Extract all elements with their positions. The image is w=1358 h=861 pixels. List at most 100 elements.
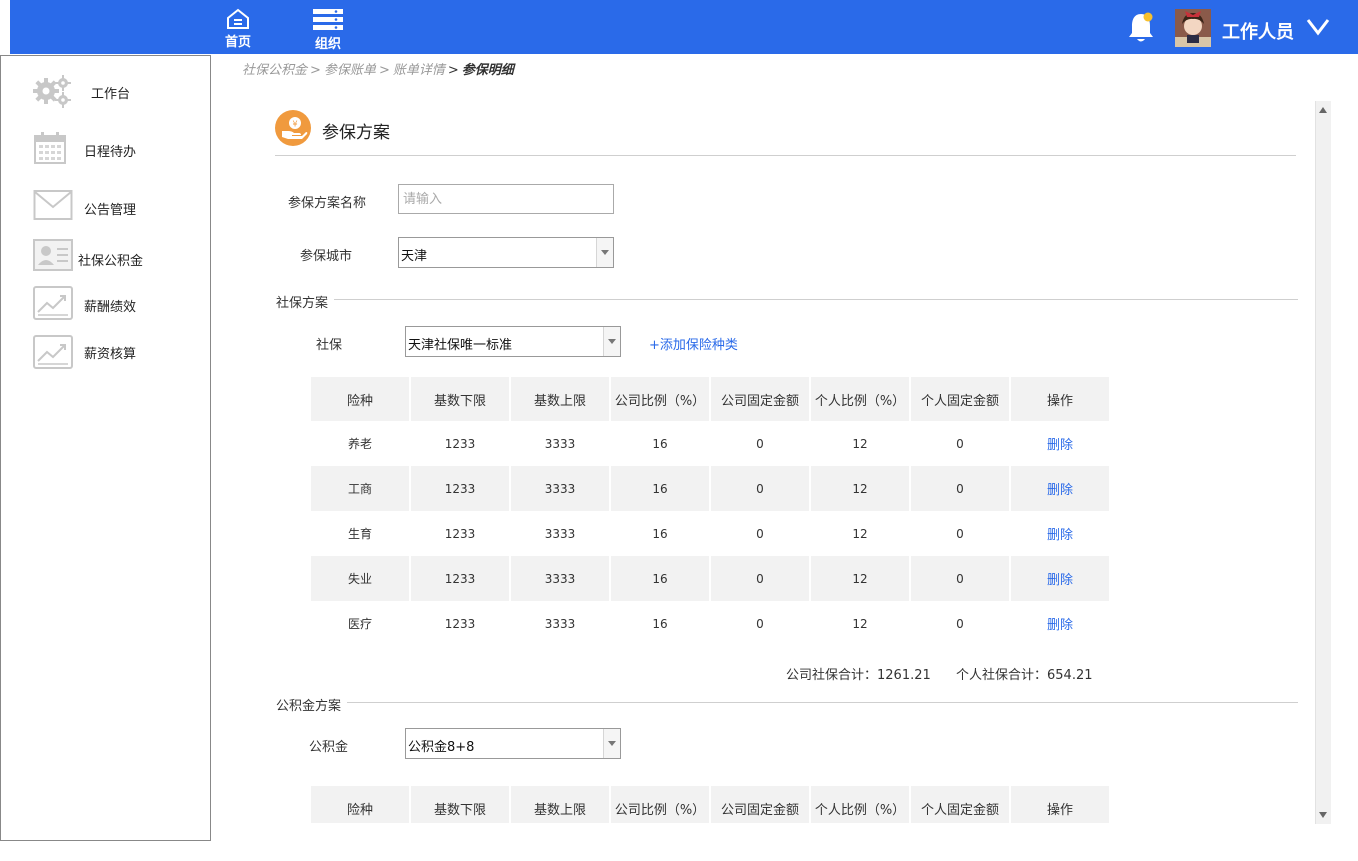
scroll-up-icon[interactable] — [1319, 107, 1327, 113]
city-select[interactable]: 天津 — [398, 237, 614, 268]
table-cell: 1233 — [411, 556, 511, 601]
table-header-row: 险种 基数下限 基数上限 公司比例（%） 公司固定金额 个人比例（%） 个人固定… — [311, 377, 1111, 421]
column-header: 个人固定金额 — [911, 377, 1011, 421]
table-cell: 12 — [811, 466, 911, 511]
table-cell: 医疗 — [311, 601, 411, 646]
table-cell: 16 — [611, 511, 711, 556]
fund-table: 险种 基数下限 基数上限 公司比例（%） 公司固定金额 个人比例（%） 个人固定… — [311, 786, 1111, 823]
table-cell: 工商 — [311, 466, 411, 511]
fund-plan-select-value: 公积金8+8 — [408, 740, 475, 755]
column-header: 基数上限 — [511, 377, 611, 421]
company-total-label: 公司社保合计： — [786, 668, 878, 683]
chart-icon — [33, 286, 73, 320]
breadcrumb-item[interactable]: 账单详情 — [393, 63, 445, 78]
chevron-down-icon[interactable] — [1306, 18, 1330, 36]
calendar-icon — [34, 132, 66, 164]
breadcrumb-current: 参保明细 — [461, 63, 514, 78]
main-content: ¥ 参保方案 参保方案名称 参保城市 天津 社保方案 社保 天津社保唯一标准 +… — [240, 98, 1332, 823]
social-table: 险种 基数下限 基数上限 公司比例（%） 公司固定金额 个人比例（%） 个人固定… — [311, 377, 1111, 646]
table-cell: 0 — [911, 556, 1011, 601]
hand-coin-icon: ¥ — [275, 110, 311, 146]
breadcrumb-separator: > — [447, 63, 459, 78]
table-row: 生育 1233 3333 16 0 12 0 删除 — [311, 511, 1111, 556]
chevron-down-icon[interactable] — [596, 238, 613, 267]
fund-select-label: 公积金 — [309, 740, 349, 755]
column-header: 个人比例（%） — [811, 786, 911, 823]
delete-link[interactable]: 删除 — [1011, 421, 1111, 466]
table-cell: 12 — [811, 556, 911, 601]
nav-org-button[interactable]: 组织 — [308, 8, 348, 52]
table-cell: 生育 — [311, 511, 411, 556]
column-header: 公司比例（%） — [611, 377, 711, 421]
column-header: 操作 — [1011, 377, 1111, 421]
table-cell: 1233 — [411, 601, 511, 646]
city-label: 参保城市 — [299, 249, 352, 264]
home-icon — [227, 8, 249, 29]
vertical-scrollbar[interactable] — [1315, 101, 1331, 824]
breadcrumb-item[interactable]: 社保公积金 — [242, 63, 307, 78]
nav-home-button[interactable]: 首页 — [218, 8, 258, 50]
social-select-label: 社保 — [316, 338, 343, 353]
table-cell: 0 — [711, 601, 811, 646]
table-row: 医疗 1233 3333 16 0 12 0 删除 — [311, 601, 1111, 646]
table-row: 失业 1233 3333 16 0 12 0 删除 — [311, 556, 1111, 601]
column-header: 个人固定金额 — [911, 786, 1011, 823]
avatar-image — [1175, 9, 1211, 47]
delete-link[interactable]: 删除 — [1011, 511, 1111, 556]
table-cell: 0 — [711, 556, 811, 601]
envelope-icon — [33, 190, 73, 220]
plan-name-input[interactable] — [398, 184, 614, 214]
sidebar-item-label: 公告管理 — [84, 203, 137, 218]
sidebar-item-label: 社保公积金 — [78, 254, 144, 269]
social-plan-select-value: 天津社保唯一标准 — [408, 338, 513, 353]
table-cell: 3333 — [511, 556, 611, 601]
user-name[interactable]: 工作人员 — [1222, 18, 1294, 44]
table-cell: 3333 — [511, 601, 611, 646]
column-header: 基数下限 — [411, 786, 511, 823]
chevron-down-icon[interactable] — [603, 729, 620, 758]
table-cell: 16 — [611, 601, 711, 646]
table-cell: 3333 — [511, 421, 611, 466]
table-cell: 0 — [911, 601, 1011, 646]
sidebar-item-label: 工作台 — [91, 87, 131, 102]
delete-link[interactable]: 删除 — [1011, 601, 1111, 646]
chevron-down-icon[interactable] — [603, 327, 620, 356]
sidebar-item-schedule[interactable]: 日程待办 — [1, 124, 210, 172]
sidebar-item-workbench[interactable]: 工作台 — [1, 66, 210, 114]
sidebar-item-label: 日程待办 — [84, 145, 137, 160]
fund-group-divider — [276, 702, 1298, 703]
table-cell: 12 — [811, 421, 911, 466]
table-cell: 3333 — [511, 511, 611, 556]
top-bar: 首页 组织 工作人员 — [10, 0, 1358, 54]
delete-link[interactable]: 删除 — [1011, 556, 1111, 601]
social-group-divider — [276, 299, 1298, 300]
gear-icon — [33, 75, 71, 108]
fund-plan-select[interactable]: 公积金8+8 — [405, 728, 621, 759]
org-icon — [313, 9, 343, 30]
sidebar-item-label: 薪酬绩效 — [84, 300, 137, 315]
breadcrumb: 社保公积金 > 参保账单 > 账单详情 > 参保明细 — [242, 59, 514, 78]
company-social-total: 公司社保合计：1261.21 — [786, 664, 931, 683]
add-insurance-type-link[interactable]: +添加保险种类 — [649, 334, 738, 353]
sidebar-item-social-security[interactable]: 社保公积金 — [1, 234, 210, 282]
social-plan-select[interactable]: 天津社保唯一标准 — [405, 326, 621, 357]
breadcrumb-item[interactable]: 参保账单 — [324, 63, 376, 78]
personal-total-value: 654.21 — [1047, 668, 1093, 683]
scroll-down-icon[interactable] — [1319, 812, 1327, 818]
sidebar-item-compensation[interactable]: 薪酬绩效 — [1, 280, 210, 328]
sidebar-item-payroll[interactable]: 薪资核算 — [1, 328, 210, 376]
sidebar: 工作台 日程待办 公告管理 社保公积金 薪酬绩效 薪资核算 — [0, 55, 211, 841]
delete-link[interactable]: 删除 — [1011, 466, 1111, 511]
bell-icon[interactable] — [1126, 11, 1156, 45]
sidebar-item-label: 薪资核算 — [84, 347, 137, 362]
sidebar-item-announcements[interactable]: 公告管理 — [1, 182, 210, 230]
table-cell: 0 — [911, 511, 1011, 556]
nav-org-label: 组织 — [314, 37, 341, 52]
table-cell: 0 — [911, 421, 1011, 466]
personal-social-total: 个人社保合计：654.21 — [956, 664, 1093, 683]
column-header: 公司比例（%） — [611, 786, 711, 823]
avatar[interactable] — [1175, 9, 1211, 47]
fund-group-label: 公积金方案 — [276, 695, 348, 714]
table-cell: 1233 — [411, 466, 511, 511]
city-select-value: 天津 — [401, 249, 428, 264]
